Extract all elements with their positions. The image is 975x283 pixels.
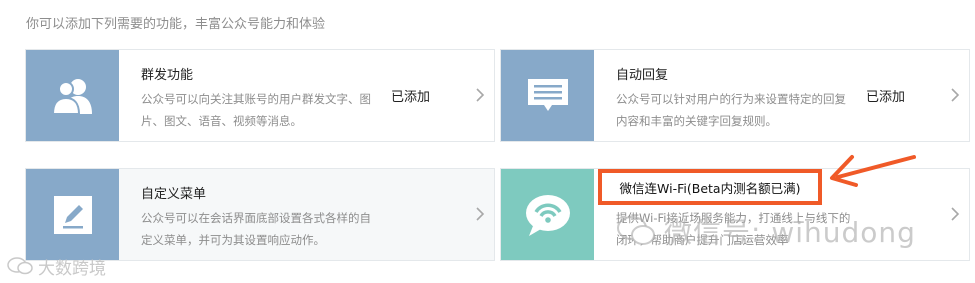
- watermark-right: 微信号: wihudong: [616, 214, 916, 249]
- chevron-right-icon[interactable]: [475, 205, 485, 223]
- card-title-wifi: 微信连Wi-Fi(Beta内测名额已满): [619, 180, 801, 196]
- status-added: 已添加: [391, 90, 431, 105]
- message-icon: [501, 50, 594, 141]
- watermark-left-text: 大数跨境: [38, 258, 106, 279]
- card-description: 公众号可以针对用户的行为来设置特定的回复内容和丰富的关键字回复规则。: [616, 92, 846, 128]
- card-description: 公众号可以向关注其账号的用户群发文字、图片、图文、语音、视频等消息。: [141, 92, 371, 128]
- chat-bubble-icon: [7, 257, 33, 275]
- feature-card-custom-menu[interactable]: 自定义菜单 公众号可以在会话界面底部设置各式各样的自定义菜单，并可为其设置响应动…: [25, 168, 495, 261]
- wechat-logo-icon: [617, 216, 655, 245]
- chevron-right-icon[interactable]: [950, 205, 960, 223]
- card-title: 自动回复: [616, 68, 669, 83]
- wifi-icon: [501, 169, 594, 260]
- intro-text: 你可以添加下列需要的功能，丰富公众号能力和体验: [26, 17, 326, 32]
- wifi-title-highlight: 微信连Wi-Fi(Beta内测名额已满): [598, 169, 822, 205]
- feature-card-mass-send[interactable]: 群发功能 公众号可以向关注其账号的用户群发文字、图片、图文、语音、视频等消息。 …: [25, 49, 495, 142]
- feature-card-auto-reply[interactable]: 自动回复 公众号可以针对用户的行为来设置特定的回复内容和丰富的关键字回复规则。 …: [500, 49, 970, 142]
- pen-icon: [26, 169, 119, 260]
- card-description: 公众号可以在会话界面底部设置各式各样的自定义菜单，并可为其设置响应动作。: [141, 211, 371, 247]
- card-title: 群发功能: [141, 68, 194, 83]
- callout-arrow-icon: [830, 155, 916, 187]
- watermark-left: 大数跨境: [6, 254, 106, 279]
- status-added: 已添加: [866, 90, 906, 105]
- watermark-right-text: 微信号: wihudong: [664, 216, 916, 249]
- chevron-right-icon[interactable]: [475, 86, 485, 104]
- chevron-right-icon[interactable]: [950, 86, 960, 104]
- card-title: 自定义菜单: [141, 187, 207, 202]
- users-icon: [26, 50, 119, 141]
